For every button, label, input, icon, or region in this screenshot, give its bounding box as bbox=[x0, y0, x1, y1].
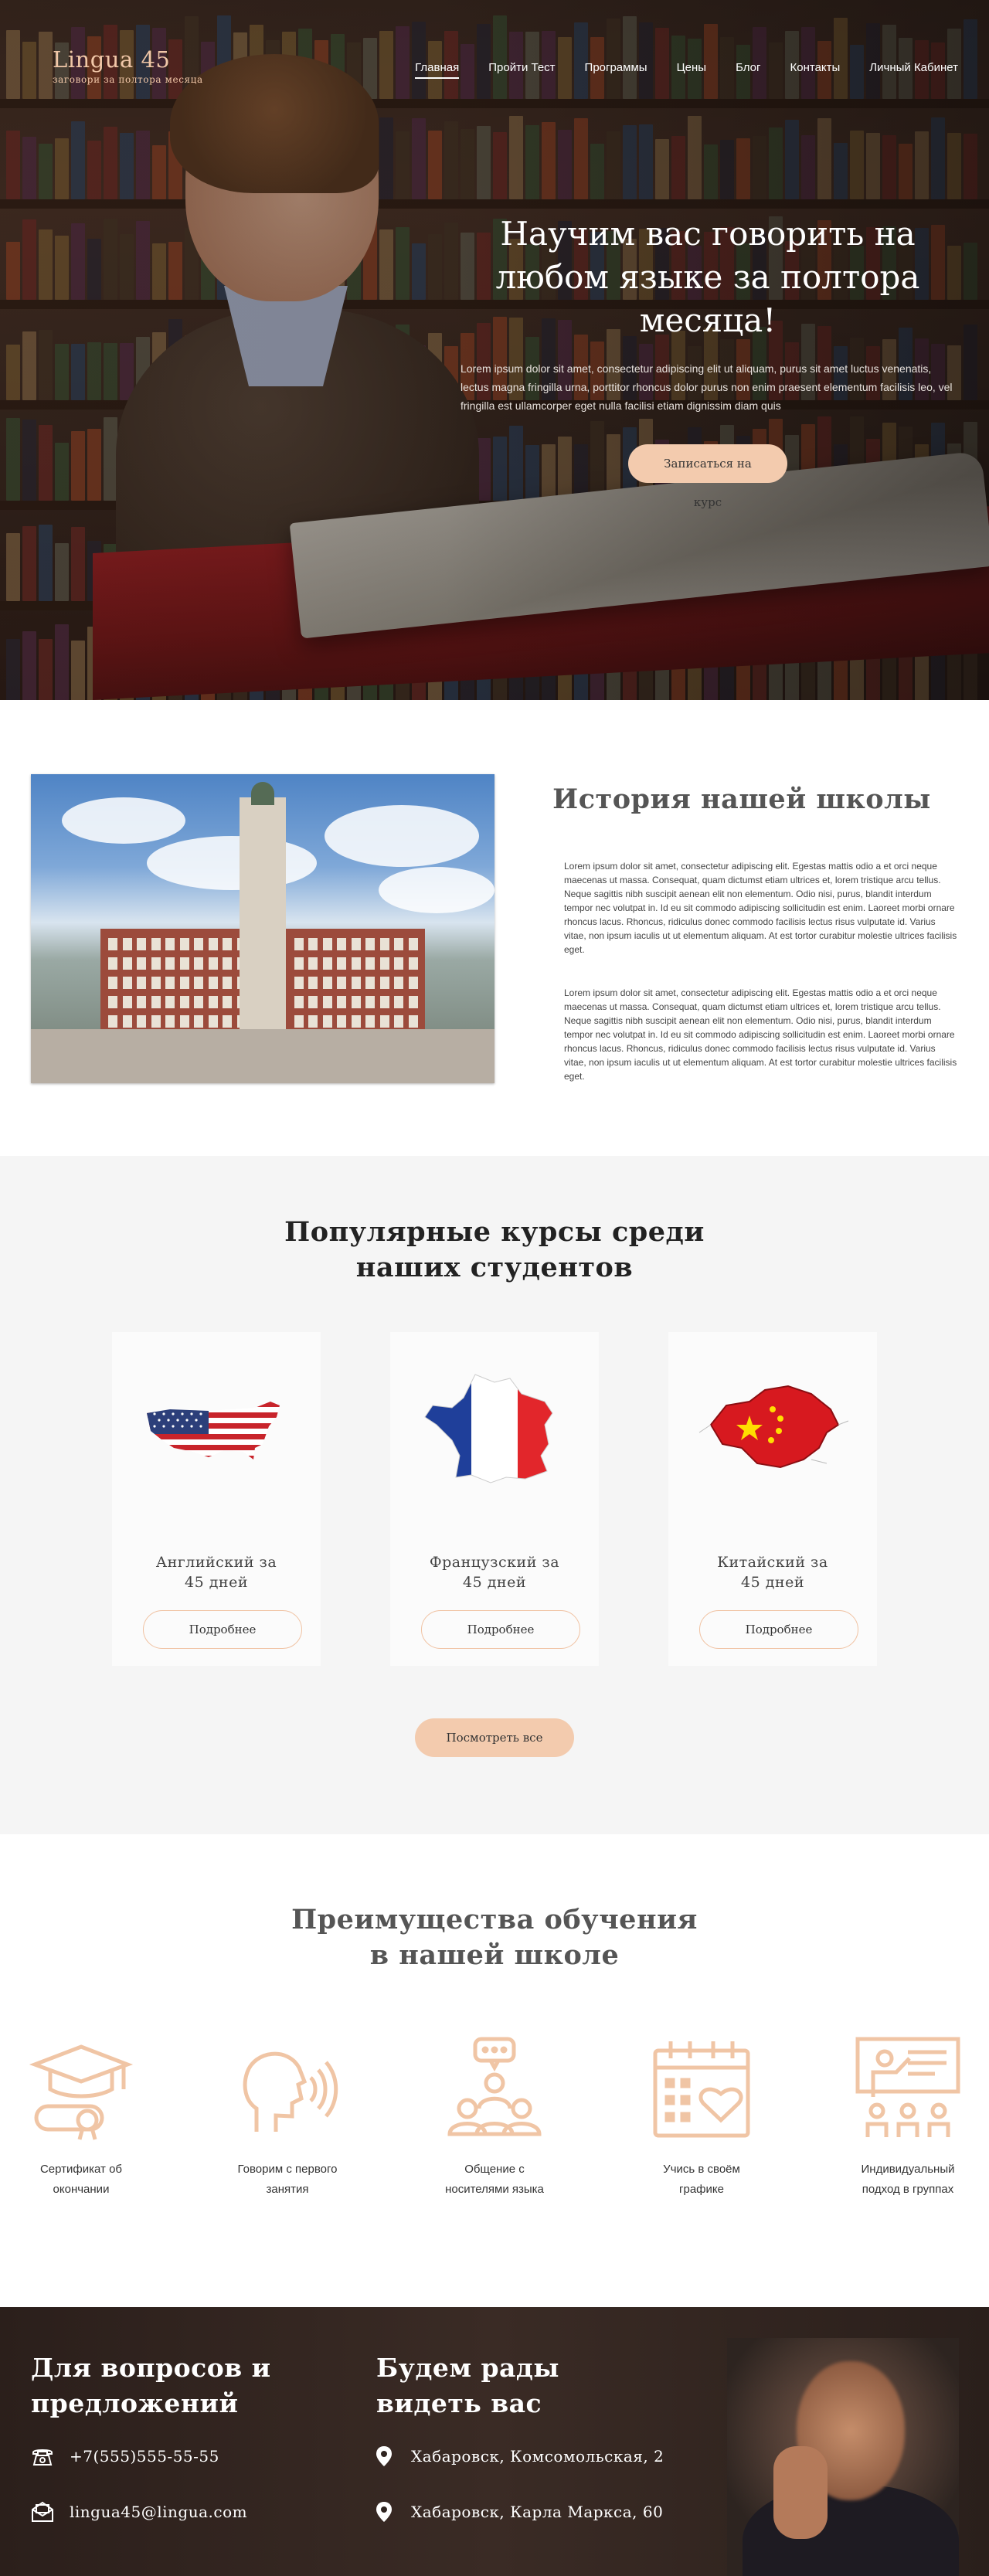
advantage-speaking: Говорим с первого занятия bbox=[210, 2035, 365, 2200]
presentation-group-icon bbox=[855, 2037, 960, 2137]
advantage-native-line2: носителями языка bbox=[445, 2183, 544, 2196]
usa-map-flag-icon bbox=[147, 1402, 280, 1460]
email-link[interactable]: lingua45@lingua.com bbox=[31, 2500, 247, 2523]
course-card-chinese[interactable]: Китайский за 45 дней Подробнее bbox=[668, 1332, 877, 1666]
advantage-individual-line1: Индивидуальный bbox=[861, 2163, 955, 2176]
advantage-certificate-line2: окончании bbox=[53, 2183, 110, 2196]
calendar-heart-icon bbox=[653, 2041, 750, 2138]
header: Lingua 45 заговори за полтора месяца Гла… bbox=[0, 0, 989, 100]
nav-item-programs[interactable]: Программы bbox=[585, 61, 647, 79]
hero-title: Научим вас говорить на любом языке за по… bbox=[495, 215, 920, 339]
advantage-native-speakers: Общение с носителями языка bbox=[417, 2035, 572, 2200]
graduation-diploma-icon bbox=[29, 2044, 134, 2140]
advantage-certificate-caption: Сертификат об окончании bbox=[4, 2160, 158, 2200]
china-map-flag-icon bbox=[698, 1385, 849, 1469]
course-card-english[interactable]: Английский за 45 дней Подробнее bbox=[112, 1332, 321, 1666]
france-map-flag-icon bbox=[424, 1374, 553, 1483]
advantage-speaking-caption: Говорим с первого занятия bbox=[210, 2160, 365, 2200]
course-name-english: Английский за 45 дней bbox=[112, 1552, 321, 1592]
french-more-button[interactable]: Подробнее bbox=[421, 1610, 580, 1649]
email-address: lingua45@lingua.com bbox=[70, 2503, 248, 2521]
thumbs-up-man-image bbox=[727, 2338, 959, 2576]
address-title: Будем рады видеть вас bbox=[376, 2350, 559, 2421]
advantage-individual-line2: подход в группах bbox=[862, 2183, 954, 2196]
course-card-french[interactable]: Французский за 45 дней Подробнее bbox=[390, 1332, 599, 1666]
nav-item-home[interactable]: Главная bbox=[415, 61, 460, 79]
course-name-chinese: Китайский за 45 дней bbox=[668, 1552, 877, 1592]
hero-description: Lorem ipsum dolor sit amet, consectetur … bbox=[461, 362, 953, 412]
course-name-english-line2: 45 дней bbox=[185, 1574, 248, 1591]
course-name-french-line1: Французский за bbox=[429, 1554, 560, 1571]
address-2[interactable]: Хабаровск, Карла Маркса, 60 bbox=[372, 2500, 663, 2523]
advantage-native-caption: Общение с носителями языка bbox=[417, 2160, 572, 2200]
enroll-button[interactable]: Записаться на курс bbox=[628, 444, 787, 509]
location-pin-icon bbox=[376, 2446, 392, 2466]
contacts-title-line2: предложений bbox=[31, 2388, 239, 2418]
courses-section: Популярные курсы среди наших студентов А… bbox=[0, 1156, 989, 1834]
history-paragraph-2: Lorem ipsum dolor sit amet, consectetur … bbox=[564, 987, 957, 1082]
logo-tagline: заговори за полтора месяца bbox=[53, 74, 203, 85]
phone-icon bbox=[32, 2449, 53, 2466]
logo[interactable]: Lingua 45 заговори за полтора месяца bbox=[53, 46, 203, 85]
english-more-button[interactable]: Подробнее bbox=[143, 1610, 302, 1649]
advantage-schedule-line2: графике bbox=[679, 2183, 724, 2196]
courses-title: Популярные курсы среди наших студентов bbox=[0, 1156, 989, 1286]
contacts-title: Для вопросов и предложений bbox=[31, 2350, 271, 2421]
nav-item-blog[interactable]: Блог bbox=[736, 61, 760, 79]
advantage-speaking-line2: занятия bbox=[266, 2183, 309, 2196]
phone-number: +7(555)555-55-55 bbox=[70, 2447, 219, 2466]
address-1-text: Хабаровск, Комсомольская, 2 bbox=[411, 2447, 664, 2466]
location-pin-icon bbox=[376, 2502, 392, 2522]
course-name-french: Французский за 45 дней bbox=[390, 1552, 599, 1592]
advantage-schedule: Учись в своём графике bbox=[624, 2035, 779, 2200]
address-1[interactable]: Хабаровск, Комсомольская, 2 bbox=[372, 2445, 664, 2468]
course-name-french-line2: 45 дней bbox=[463, 1574, 526, 1591]
advantages-title-line2: в нашей школе bbox=[369, 1939, 620, 1971]
school-building-image bbox=[31, 774, 494, 1083]
address-title-line1: Будем рады bbox=[376, 2353, 559, 2383]
advantage-schedule-caption: Учись в своём графике bbox=[624, 2160, 779, 2200]
courses-title-line2: наших студентов bbox=[355, 1252, 634, 1283]
history-paragraph-1: Lorem ipsum dolor sit amet, consectetur … bbox=[564, 861, 957, 955]
advantages-title-line1: Преимущества обучения bbox=[291, 1904, 698, 1935]
history-title: История нашей школы bbox=[552, 783, 931, 815]
advantages-section: Преимущества обучения в нашей школе Серт… bbox=[0, 1834, 989, 2307]
course-name-chinese-line1: Китайский за bbox=[717, 1554, 828, 1571]
advantage-individual-caption: Индивидуальный подход в группах bbox=[831, 2160, 985, 2200]
speaking-head-icon bbox=[243, 2051, 338, 2132]
footer: Для вопросов и предложений +7(555)555-55… bbox=[0, 2307, 989, 2576]
main-nav: Главная Пройти Тест Программы Цены Блог … bbox=[415, 61, 958, 79]
group-chat-icon bbox=[447, 2037, 542, 2136]
course-name-english-line1: Английский за bbox=[155, 1554, 277, 1571]
logo-name: Lingua 45 bbox=[53, 46, 171, 73]
hero-content: Научим вас говорить на любом языке за по… bbox=[461, 212, 955, 510]
advantage-native-line1: Общение с bbox=[464, 2163, 525, 2176]
mail-icon bbox=[32, 2501, 53, 2522]
advantages-title: Преимущества обучения в нашей школе bbox=[0, 1834, 989, 1973]
nav-item-prices[interactable]: Цены bbox=[677, 61, 707, 79]
nav-item-contacts[interactable]: Контакты bbox=[790, 61, 841, 79]
see-all-courses-button[interactable]: Посмотреть все bbox=[415, 1718, 574, 1757]
chinese-more-button[interactable]: Подробнее bbox=[699, 1610, 858, 1649]
history-section: История нашей школы Lorem ipsum dolor si… bbox=[0, 700, 989, 1156]
nav-item-account[interactable]: Личный Кабинет bbox=[869, 61, 958, 79]
advantage-speaking-line1: Говорим с первого bbox=[237, 2163, 338, 2176]
address-2-text: Хабаровск, Карла Маркса, 60 bbox=[411, 2503, 664, 2521]
nav-item-test[interactable]: Пройти Тест bbox=[488, 61, 555, 79]
contacts-title-line1: Для вопросов и bbox=[31, 2353, 271, 2383]
address-title-line2: видеть вас bbox=[376, 2388, 542, 2418]
advantage-certificate: Сертификат об окончании bbox=[4, 2035, 158, 2200]
courses-title-line1: Популярные курсы среди bbox=[284, 1216, 705, 1248]
hero-section: Lingua 45 заговори за полтора месяца Гла… bbox=[0, 0, 989, 700]
advantage-schedule-line1: Учись в своём bbox=[663, 2163, 740, 2176]
phone-link[interactable]: +7(555)555-55-55 bbox=[31, 2445, 219, 2468]
advantage-certificate-line1: Сертификат об bbox=[39, 2163, 123, 2176]
advantage-individual: Индивидуальный подход в группах bbox=[831, 2035, 985, 2200]
course-name-chinese-line2: 45 дней bbox=[741, 1574, 804, 1591]
